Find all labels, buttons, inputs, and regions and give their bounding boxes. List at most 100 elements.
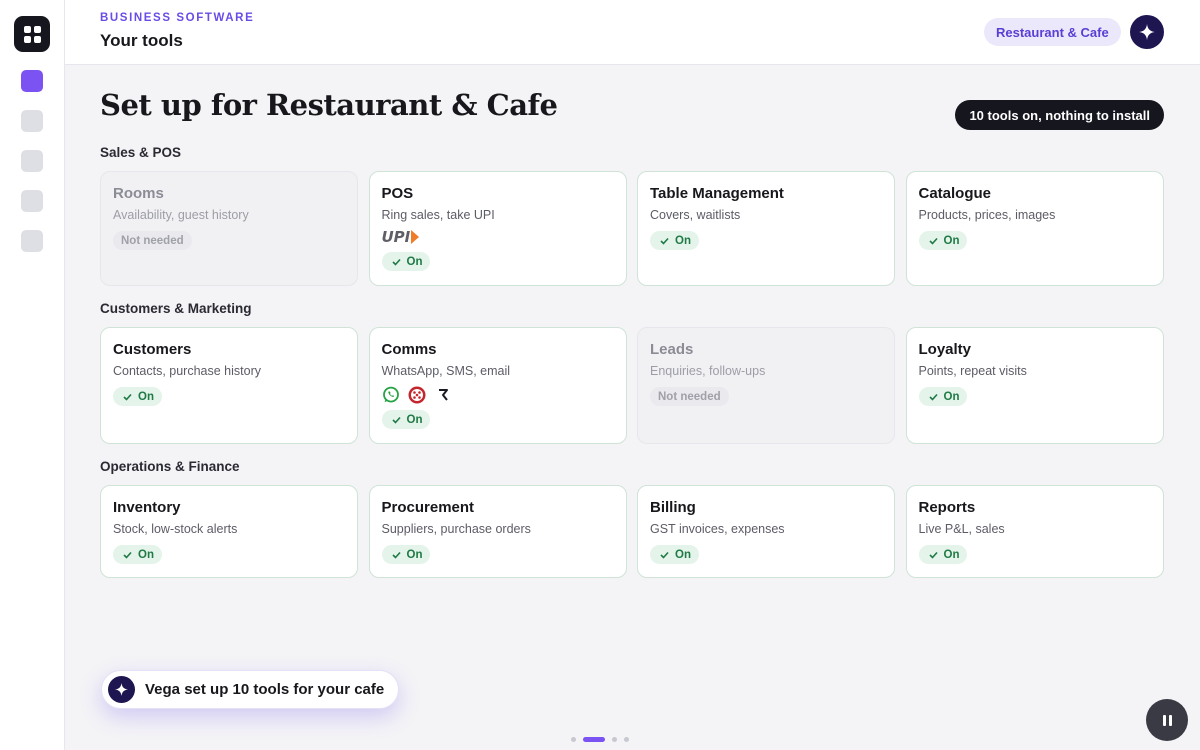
tool-card-comms[interactable]: Comms WhatsApp, SMS, email On	[368, 327, 627, 444]
status-label: On	[138, 390, 154, 403]
pager-dots	[571, 737, 636, 742]
tool-name: Comms	[381, 341, 437, 358]
status-label: On	[406, 255, 423, 268]
tool-name: Table Management	[650, 185, 784, 202]
tool-grid-customers: Customers Contacts, purchase history On …	[100, 327, 1164, 444]
tool-desc: Covers, waitlists	[650, 208, 741, 222]
tool-card-procurement[interactable]: Procurement Suppliers, purchase orders O…	[368, 485, 627, 578]
tool-desc: Enquiries, follow-ups	[650, 364, 766, 378]
integration-row: UPI	[382, 228, 614, 246]
status-badge: Not needed	[113, 231, 192, 250]
tool-card-pos[interactable]: POS Ring sales, take UPI UPI On	[368, 171, 627, 286]
tool-name: Catalogue	[918, 185, 992, 202]
status-label: On	[406, 548, 423, 561]
payment-icon	[434, 386, 452, 404]
whatsapp-icon	[382, 386, 400, 404]
check-icon	[123, 393, 132, 401]
apps-grid-icon[interactable]	[14, 16, 50, 52]
pause-button[interactable]	[1146, 699, 1188, 741]
status-badge: On	[918, 545, 968, 564]
pager-dot-2[interactable]	[583, 737, 605, 742]
tool-card-catalogue[interactable]: Catalogue Products, prices, images On	[905, 171, 1164, 286]
status-label: On	[675, 548, 691, 561]
summary-badge: 10 tools on, nothing to install	[955, 100, 1164, 130]
assistant-avatar[interactable]	[1130, 15, 1164, 49]
sparkle-icon	[115, 683, 128, 696]
tool-card-leads[interactable]: Leads Enquiries, follow-ups Not needed	[637, 327, 895, 444]
status-badge: On	[918, 231, 968, 250]
tool-name: Loyalty	[918, 341, 972, 358]
header-title: Your tools	[100, 31, 183, 50]
status-badge: Not needed	[650, 387, 729, 406]
tool-card-billing[interactable]: Billing GST invoices, expenses On	[637, 485, 895, 578]
tool-card-loyalty[interactable]: Loyalty Points, repeat visits On	[905, 327, 1164, 444]
header-eyebrow: BUSINESS SOFTWARE	[100, 12, 255, 24]
top-header: BUSINESS SOFTWARE Your tools Restaurant …	[65, 0, 1200, 65]
tool-card-table-management[interactable]: Table Management Covers, waitlists On	[637, 171, 895, 286]
check-icon	[928, 551, 938, 559]
tool-desc: WhatsApp, SMS, email	[381, 364, 511, 378]
check-icon	[928, 393, 938, 401]
tool-desc: Contacts, purchase history	[113, 364, 261, 378]
rail-item-tools[interactable]	[21, 70, 43, 92]
tool-card-rooms[interactable]: Rooms Availability, guest history Not ne…	[100, 171, 358, 286]
tool-desc: Points, repeat visits	[918, 364, 1027, 378]
status-badge: On	[381, 545, 431, 564]
channel-icons	[382, 386, 614, 404]
tool-desc: Suppliers, purchase orders	[381, 522, 531, 536]
status-badge: On	[381, 410, 431, 429]
rail-item-2[interactable]	[21, 110, 43, 132]
check-icon	[391, 416, 401, 424]
status-badge: On	[113, 387, 162, 406]
rail-item-5[interactable]	[21, 230, 43, 252]
status-badge: On	[918, 387, 968, 406]
check-icon	[660, 551, 669, 559]
pager-dot-4[interactable]	[624, 737, 629, 742]
tool-card-reports[interactable]: Reports Live P&L, sales On	[905, 485, 1164, 578]
status-label: On	[138, 548, 154, 561]
status-label: On	[943, 390, 960, 403]
tool-name: Inventory	[113, 499, 181, 516]
tool-desc: Availability, guest history	[113, 208, 249, 222]
pager-dot-1[interactable]	[571, 737, 576, 742]
check-icon	[391, 258, 401, 266]
tool-desc: Live P&L, sales	[918, 522, 1005, 536]
industry-pill[interactable]: Restaurant & Cafe	[984, 18, 1121, 46]
tool-name: Rooms	[113, 185, 164, 202]
tool-grid-operations: Inventory Stock, low-stock alerts On Pro…	[100, 485, 1164, 578]
upi-logo-icon: UPI	[382, 228, 420, 246]
rail-item-3[interactable]	[21, 150, 43, 172]
check-icon	[391, 551, 401, 559]
tool-desc: GST invoices, expenses	[650, 522, 785, 536]
toast-message: Vega set up 10 tools for your cafe	[145, 681, 385, 698]
sms-icon	[408, 386, 426, 404]
check-icon	[660, 237, 669, 245]
tool-name: Leads	[650, 341, 694, 358]
tool-grid-sales: Rooms Availability, guest history Not ne…	[100, 171, 1164, 286]
status-badge: On	[650, 545, 699, 564]
tool-desc: Products, prices, images	[918, 208, 1056, 222]
sidebar-rail	[0, 0, 65, 750]
status-label: On	[943, 548, 960, 561]
section-title-sales: Sales & POS	[100, 145, 182, 160]
status-label: Not needed	[121, 234, 184, 247]
tool-name: Reports	[918, 499, 976, 516]
status-label: On	[943, 234, 960, 247]
tool-name: Billing	[650, 499, 696, 516]
status-label: Not needed	[658, 390, 721, 403]
rail-item-4[interactable]	[21, 190, 43, 212]
tool-name: Customers	[113, 341, 192, 358]
check-icon	[123, 551, 132, 559]
pager-dot-3[interactable]	[612, 737, 617, 742]
tool-name: POS	[381, 185, 414, 202]
status-badge: On	[113, 545, 162, 564]
tool-card-inventory[interactable]: Inventory Stock, low-stock alerts On	[100, 485, 358, 578]
tool-card-customers[interactable]: Customers Contacts, purchase history On	[100, 327, 358, 444]
sparkle-icon	[1139, 24, 1155, 40]
check-icon	[928, 237, 938, 245]
assistant-toast[interactable]: Vega set up 10 tools for your cafe	[101, 670, 400, 709]
status-label: On	[675, 234, 691, 247]
status-label: On	[406, 413, 423, 426]
section-title-operations: Operations & Finance	[100, 459, 240, 474]
section-title-customers: Customers & Marketing	[100, 301, 252, 316]
